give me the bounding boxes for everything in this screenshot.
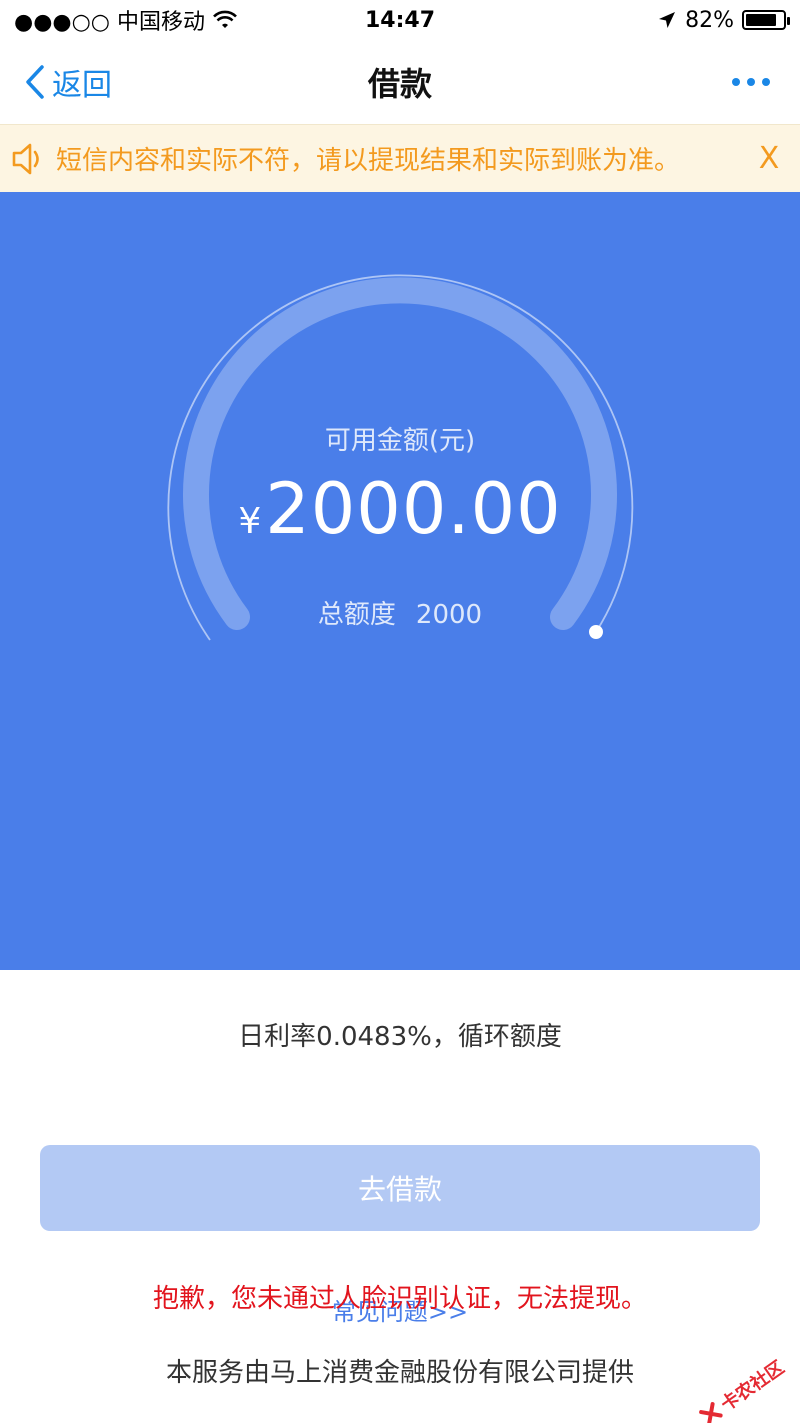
back-label: 返回: [52, 68, 112, 103]
more-button[interactable]: [732, 40, 770, 124]
interest-rate-text: 日利率0.0483%，循环额度: [238, 1022, 562, 1052]
total-limit-value: 2000: [415, 600, 483, 630]
available-amount-value: 2000.00: [265, 468, 562, 550]
status-bar: ●●●○○ 中国移动 14:47 82%: [0, 0, 800, 40]
provider-footer: 本服务由马上消费金融股份有限公司提供: [165, 1358, 634, 1388]
notice-bar: 短信内容和实际不符，请以提现结果和实际到账为准。 X: [0, 124, 800, 192]
location-arrow-icon: [659, 12, 676, 28]
credit-gauge-panel: 可用金额(元) ¥ 2000.00 总额度 2000: [0, 192, 800, 970]
notice-text: 短信内容和实际不符，请以提现结果和实际到账为准。: [56, 146, 681, 176]
status-left: ●●●○○ 中国移动: [14, 4, 237, 36]
currency-symbol: ¥: [238, 501, 262, 542]
status-right: 82%: [657, 7, 790, 33]
gauge-outer-arc: [167, 274, 634, 641]
available-amount-label: 可用金额(元): [324, 426, 476, 456]
speaker-icon: [0, 125, 56, 193]
total-limit: 总额度 2000: [0, 594, 800, 631]
borrow-button[interactable]: 去借款: [40, 1145, 760, 1231]
battery-percent: 82%: [685, 7, 734, 33]
more-dot-icon: [732, 78, 740, 86]
page-title: 借款: [367, 65, 432, 103]
carrier-text: ●●●○○ 中国移动: [14, 10, 205, 35]
wifi-icon: [213, 10, 237, 28]
battery-icon: [742, 10, 790, 30]
total-limit-label: 总额度: [317, 600, 396, 630]
notice-close-button[interactable]: X: [738, 125, 800, 193]
more-dot-icon: [747, 78, 755, 86]
more-dot-icon: [762, 78, 770, 86]
error-message: 抱歉，您未通过人脸识别认证，无法提现。: [152, 1284, 647, 1314]
available-amount: ¥ 2000.00: [0, 468, 800, 550]
battery-fill: [746, 14, 776, 26]
nav-bar: 返回 借款: [0, 40, 800, 124]
chevron-left-icon: [26, 65, 44, 99]
back-button[interactable]: 返回: [24, 40, 112, 124]
